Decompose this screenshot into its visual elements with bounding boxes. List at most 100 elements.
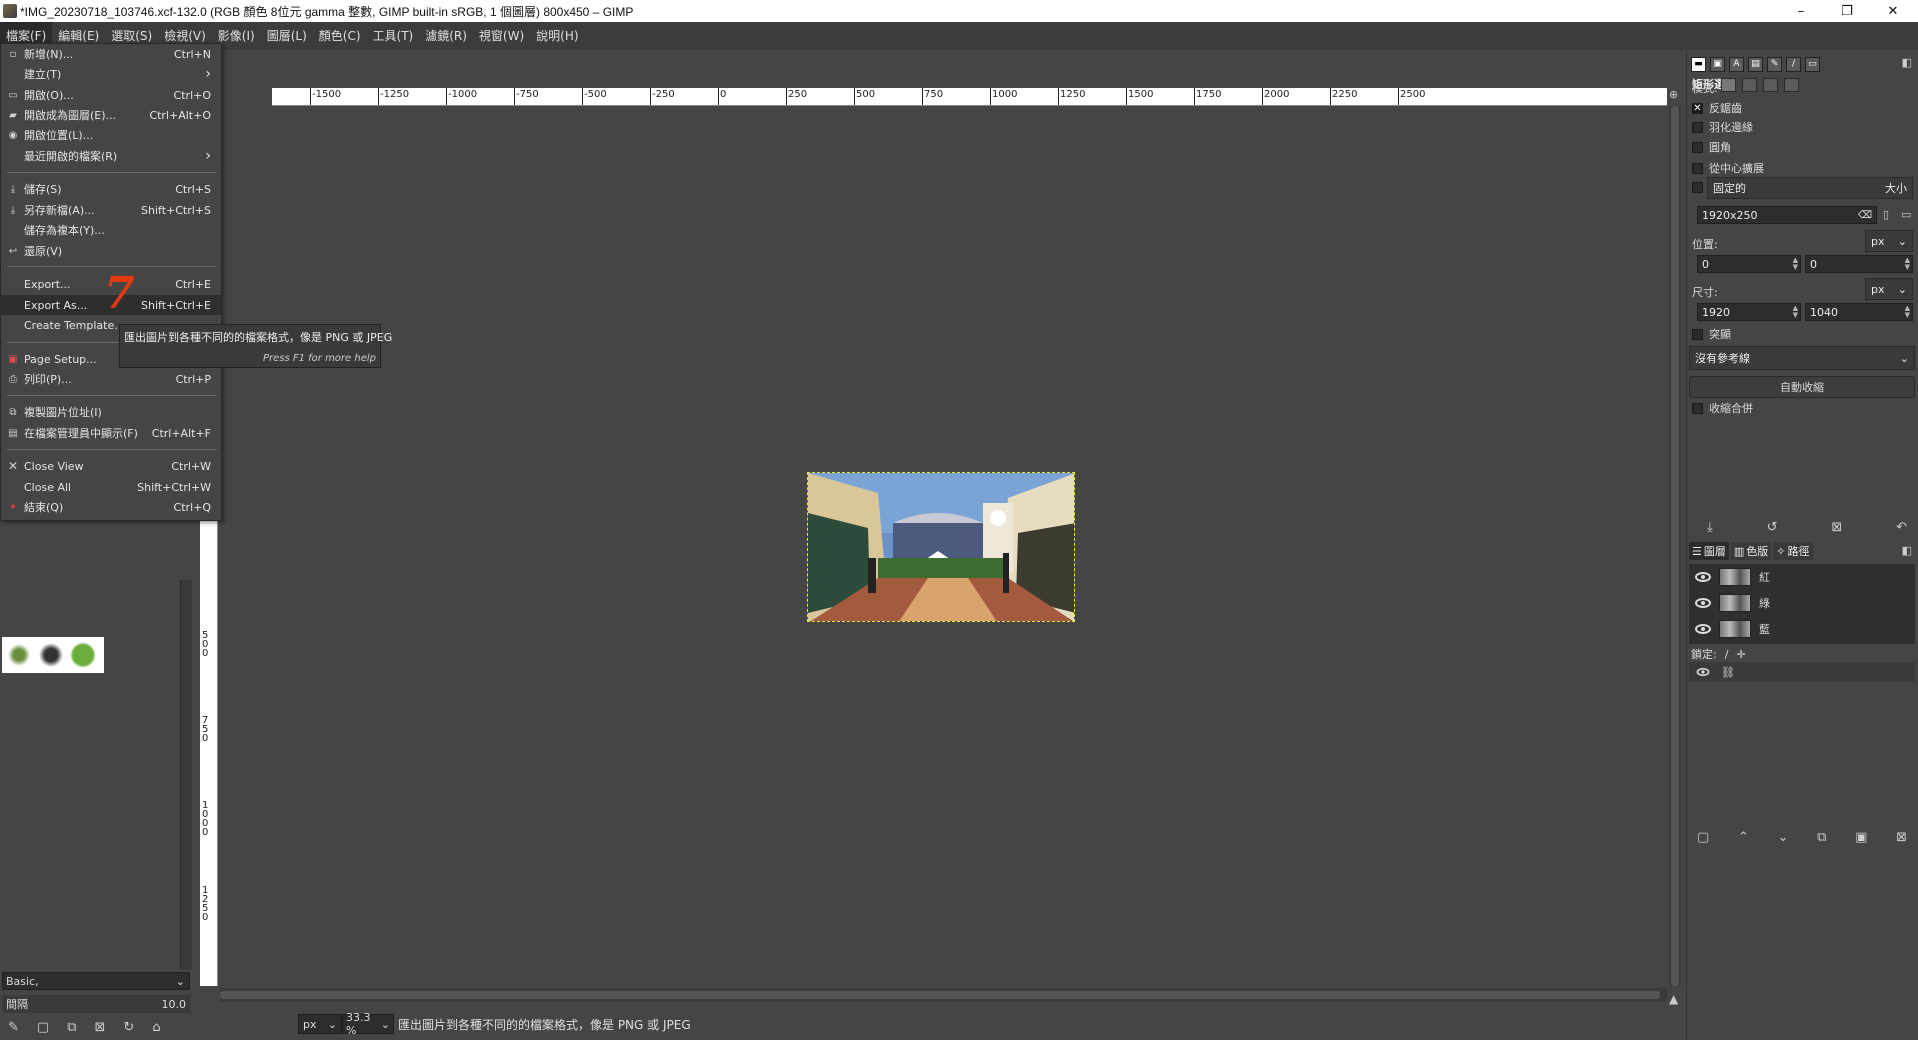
horizontal-scrollbar[interactable]: [220, 988, 1667, 1002]
fixed-mode-select[interactable]: 固定的 大小: [1707, 177, 1913, 199]
rounded-option[interactable]: 圓角: [1692, 139, 1731, 155]
chain-icon[interactable]: ⛓: [1721, 666, 1735, 679]
menu-item-close-view[interactable]: ✕ Close View Ctrl+W: [1, 456, 221, 476]
reset-icon[interactable]: ↶: [1896, 520, 1907, 535]
fixed-value-field[interactable]: 1920x250 ⌫: [1697, 206, 1877, 224]
fixed-option[interactable]: [1692, 182, 1703, 193]
antialias-option[interactable]: ✕ 反鋸齒: [1692, 100, 1742, 116]
spin-icon[interactable]: ▲ ▼: [1793, 257, 1798, 271]
menu-item-quit[interactable]: ✦ 結束(Q) Ctrl+Q: [1, 497, 221, 517]
visibility-eye-icon[interactable]: [1695, 572, 1711, 582]
navigate-icon[interactable]: ▲: [1669, 992, 1681, 1006]
menu-item-copy-location[interactable]: ⧉ 複製圖片位址(I): [1, 402, 221, 422]
menu-filters[interactable]: 濾鏡(R): [419, 22, 473, 50]
menu-help[interactable]: 說明(H): [530, 22, 584, 50]
replace-mode-icon[interactable]: [1721, 78, 1736, 92]
brushes-tab-icon[interactable]: ✎: [1767, 56, 1782, 72]
channel-row[interactable]: 紅: [1689, 564, 1915, 590]
lower-icon[interactable]: ⌄: [1778, 830, 1789, 845]
brush-sample[interactable]: [6, 642, 32, 668]
highlight-checkbox[interactable]: [1692, 328, 1703, 340]
lock-pixels-icon[interactable]: /: [1725, 648, 1729, 661]
expand-center-checkbox[interactable]: [1692, 162, 1703, 174]
delete-preset-icon[interactable]: ⊠: [1831, 520, 1842, 535]
scroll-thumb[interactable]: [220, 991, 1660, 999]
menu-item-create[interactable]: 建立(T) ›: [1, 64, 221, 84]
menu-item-close-all[interactable]: Close All Shift+Ctrl+W: [1, 477, 221, 497]
zoom-select[interactable]: 33.3 % ⌄: [342, 1011, 394, 1037]
pattern-tab-icon[interactable]: ▭: [1805, 56, 1820, 72]
refresh-icon[interactable]: ↻: [123, 1020, 134, 1035]
highlight-option[interactable]: 突顯: [1692, 326, 1731, 342]
scroll-thumb[interactable]: [1671, 106, 1679, 986]
tab-channels[interactable]: ▥ 色版: [1730, 542, 1772, 560]
menu-tools[interactable]: 工具(T): [367, 22, 420, 50]
paint-dynamics-tab-icon[interactable]: /: [1786, 56, 1801, 72]
subtract-mode-icon[interactable]: [1763, 78, 1778, 92]
save-preset-icon[interactable]: ⤓: [1707, 520, 1713, 535]
images-tab-icon[interactable]: ▤: [1748, 56, 1763, 72]
tab-layers[interactable]: ☰ 圖層: [1689, 542, 1729, 560]
menu-item-show-in-file-manager[interactable]: ▤ 在檔案管理員中顯示(F) Ctrl+Alt+F: [1, 423, 221, 443]
raise-icon[interactable]: ⌃: [1738, 830, 1749, 845]
vertical-scrollbar[interactable]: [1669, 106, 1681, 986]
menu-item-save[interactable]: ⤓ 儲存(S) Ctrl+S: [1, 179, 221, 199]
spacing-slider[interactable]: 間隔 10.0: [2, 995, 190, 1013]
menu-item-new[interactable]: ▫ 新增(N)... Ctrl+N: [1, 44, 221, 64]
spin-icon[interactable]: ▲ ▼: [1793, 305, 1798, 319]
channel-row[interactable]: 藍: [1689, 616, 1915, 642]
brush-presets[interactable]: [2, 637, 104, 673]
tab-paths[interactable]: ✧ 路徑: [1773, 542, 1813, 560]
brush-preset-select[interactable]: Basic, ⌄: [2, 972, 190, 990]
size-unit-select[interactable]: px ⌄: [1865, 278, 1913, 300]
portrait-icon[interactable]: ▯: [1883, 208, 1889, 221]
left-dock-scrollbar[interactable]: [180, 580, 192, 970]
selection-mask-row[interactable]: ⛓: [1689, 662, 1915, 682]
menu-layer[interactable]: 圖層(L): [261, 22, 313, 50]
menu-item-open-as-layers[interactable]: ▰ 開啟成為圖層(E)... Ctrl+Alt+O: [1, 105, 221, 125]
menu-item-open[interactable]: ▭ 開啟(O)... Ctrl+O: [1, 85, 221, 105]
feather-checkbox[interactable]: [1692, 121, 1703, 133]
edit-brush-icon[interactable]: ✎: [8, 1020, 19, 1035]
unit-select[interactable]: px ⌄: [298, 1014, 342, 1034]
position-unit-select[interactable]: px ⌄: [1865, 230, 1913, 252]
device-status-tab-icon[interactable]: ▣: [1710, 56, 1725, 72]
menu-colors[interactable]: 顏色(C): [313, 22, 367, 50]
dock-menu-icon[interactable]: ◧: [1902, 544, 1912, 557]
expand-center-option[interactable]: 從中心擴展: [1692, 160, 1764, 176]
position-y-field[interactable]: 0 ▲ ▼: [1805, 255, 1913, 273]
visibility-eye-icon[interactable]: [1695, 624, 1711, 634]
image-preview[interactable]: [807, 472, 1075, 622]
shrink-merged-option[interactable]: 收縮合併: [1692, 400, 1753, 416]
brush-sample[interactable]: [70, 642, 96, 668]
guides-select[interactable]: 沒有參考線 ⌄: [1689, 346, 1915, 370]
minimize-button[interactable]: –: [1778, 0, 1824, 22]
rounded-checkbox[interactable]: [1692, 141, 1703, 153]
open-folder-icon[interactable]: ⌂: [152, 1020, 160, 1035]
new-channel-icon[interactable]: ▢: [1697, 830, 1709, 845]
horizontal-ruler[interactable]: -1500 -1250 -1000 -750 -500 -250 0 250 5…: [272, 88, 1667, 106]
duplicate-brush-icon[interactable]: ⧉: [67, 1020, 76, 1035]
visibility-eye-icon[interactable]: [1695, 598, 1711, 608]
spin-icon[interactable]: ▲ ▼: [1905, 305, 1910, 319]
fixed-checkbox[interactable]: [1692, 182, 1703, 193]
channel-row[interactable]: 綠: [1689, 590, 1915, 616]
size-w-field[interactable]: 1920 ▲ ▼: [1697, 303, 1801, 321]
menu-item-save-as[interactable]: ⤓ 另存新檔(A)... Shift+Ctrl+S: [1, 200, 221, 220]
delete-brush-icon[interactable]: ⊠: [95, 1020, 106, 1035]
menu-windows[interactable]: 視窗(W): [473, 22, 530, 50]
add-mode-icon[interactable]: [1742, 78, 1757, 92]
menu-item-revert[interactable]: ↩ 還原(V): [1, 241, 221, 261]
brush-sample[interactable]: [38, 642, 64, 668]
tool-options-tab-icon[interactable]: ▬: [1691, 56, 1706, 72]
to-selection-icon[interactable]: ▣: [1855, 830, 1867, 845]
undo-history-tab-icon[interactable]: A: [1729, 56, 1744, 72]
restore-preset-icon[interactable]: ↺: [1767, 520, 1778, 535]
size-h-field[interactable]: 1040 ▲ ▼: [1805, 303, 1913, 321]
maximize-button[interactable]: ❐: [1824, 0, 1870, 22]
antialias-checkbox[interactable]: ✕: [1692, 102, 1703, 114]
auto-shrink-button[interactable]: 自動收縮: [1689, 376, 1915, 398]
duplicate-icon[interactable]: ⧉: [1817, 830, 1826, 845]
zoom-fit-icon[interactable]: ⊕: [1669, 88, 1683, 106]
dock-menu-icon[interactable]: ◧: [1902, 56, 1912, 69]
